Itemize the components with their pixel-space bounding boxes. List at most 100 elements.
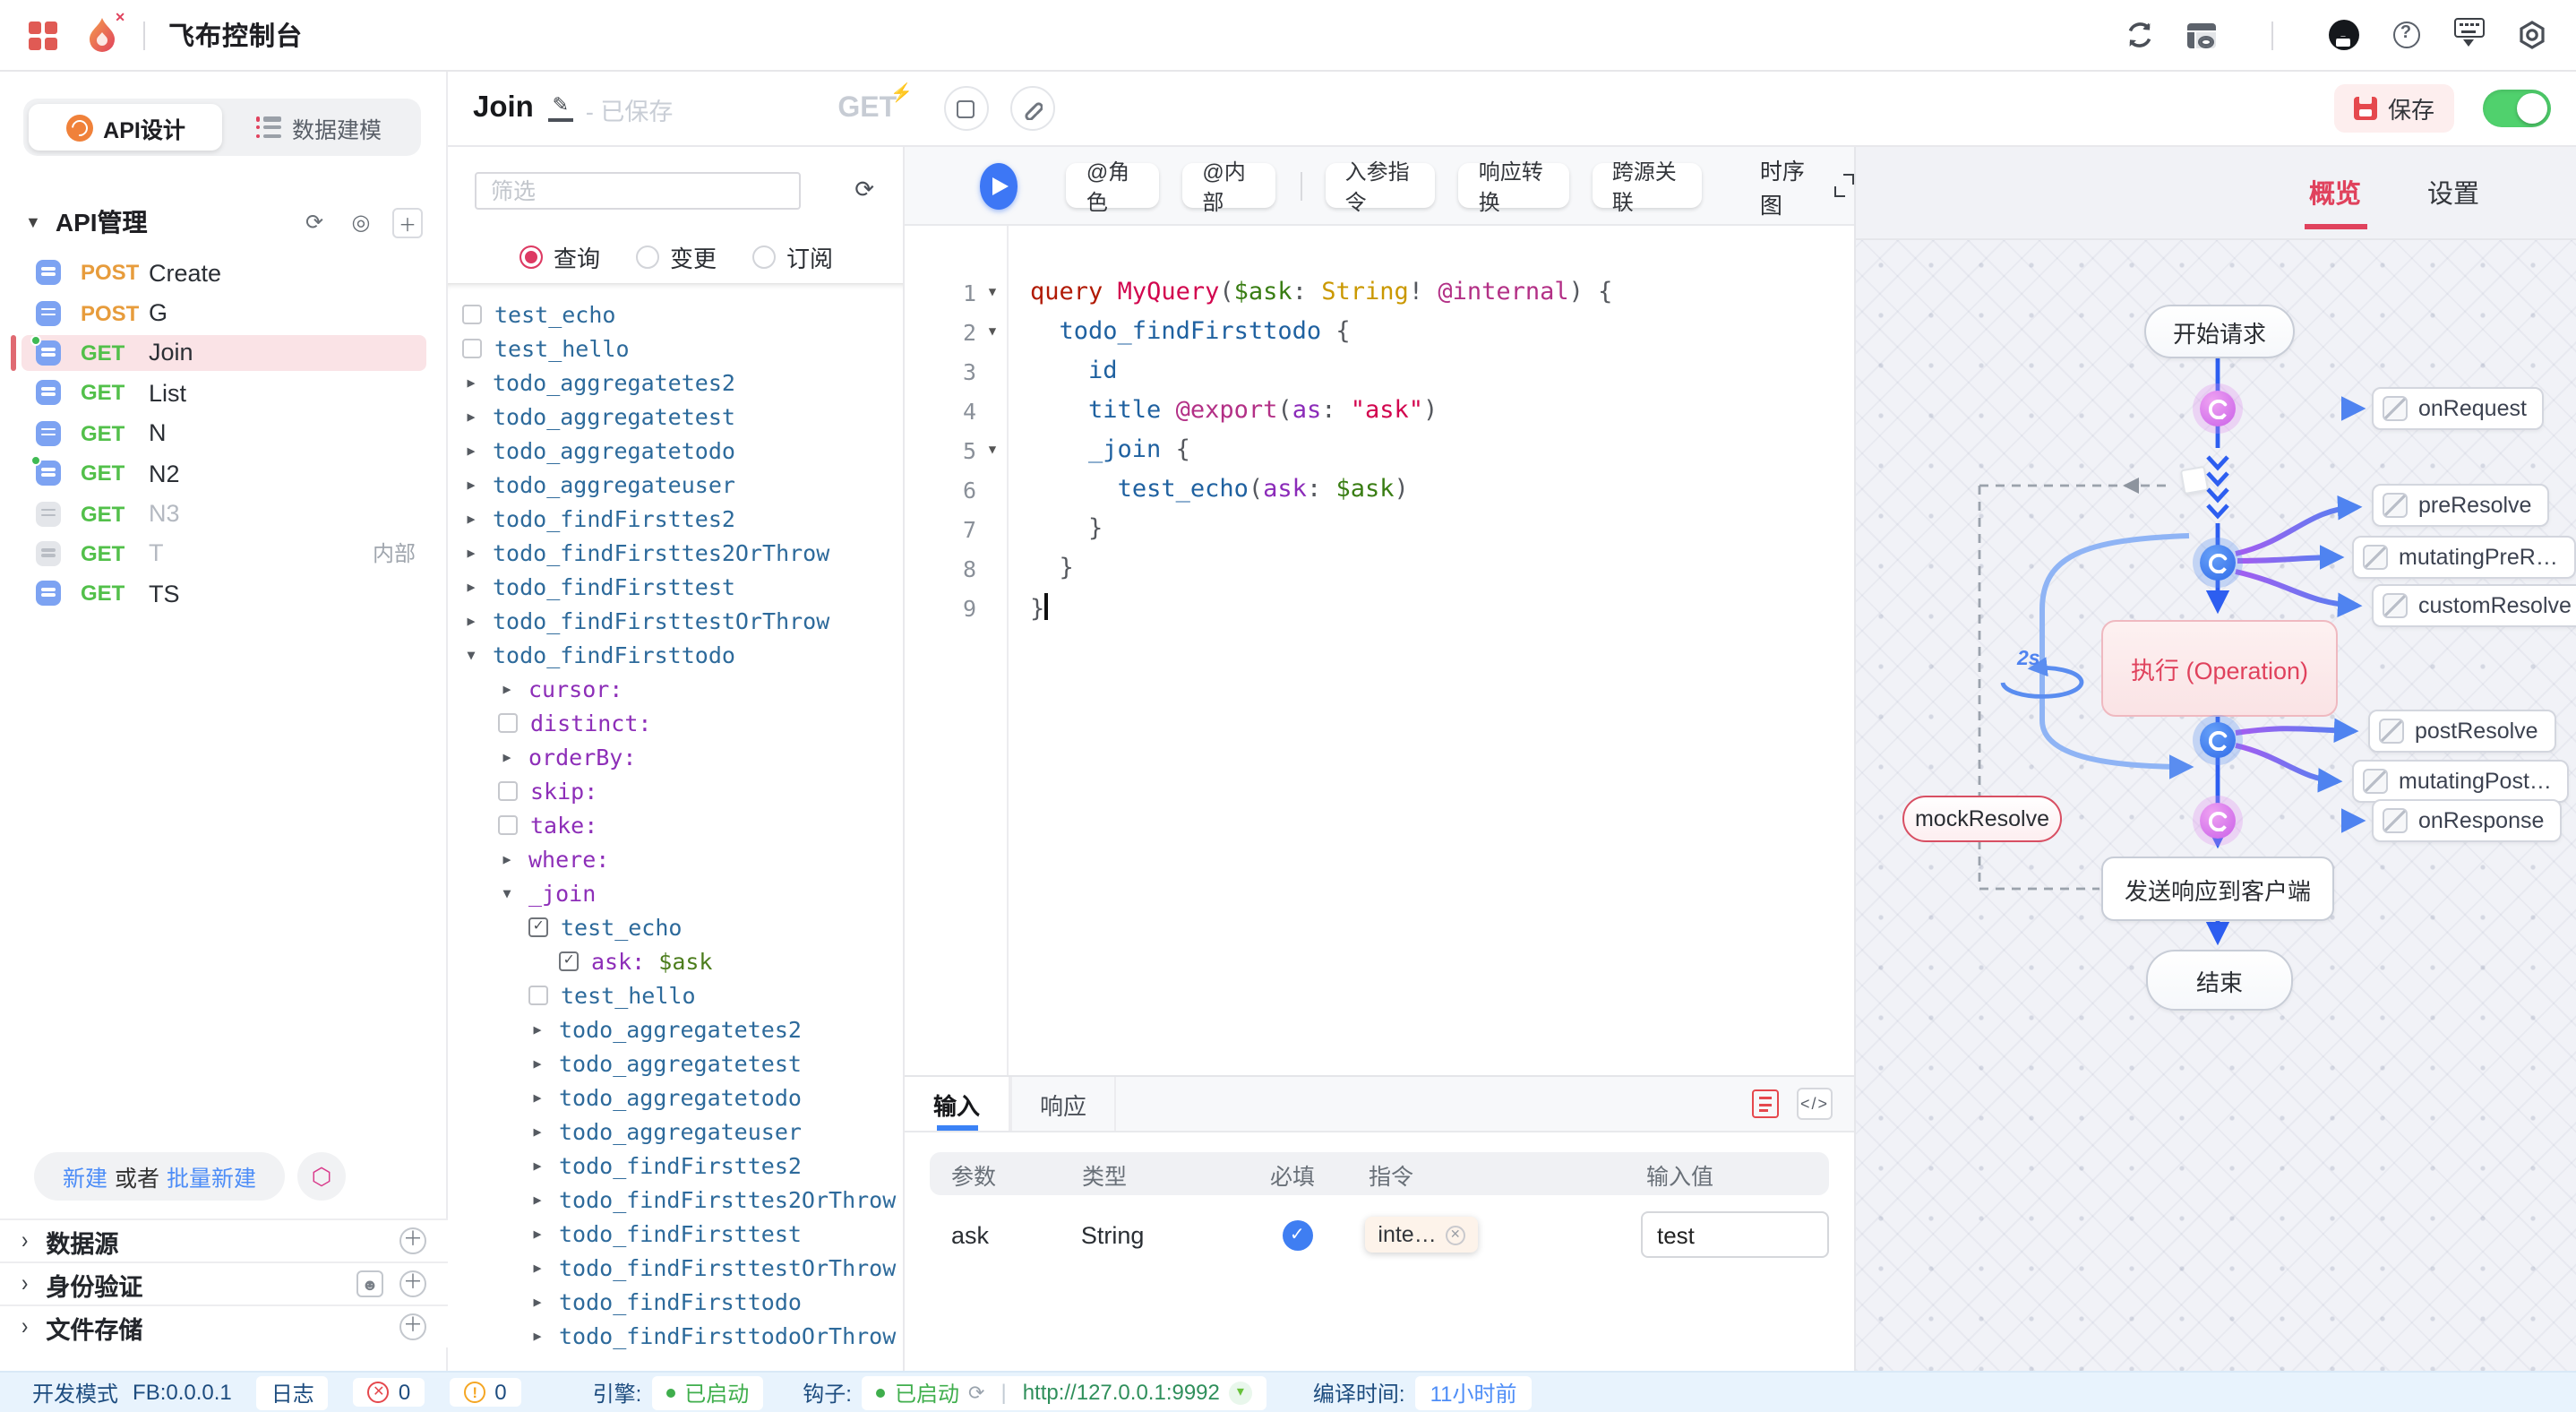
code-line[interactable]: 6 test_echo(ask: $ask) [905, 469, 1854, 509]
tree-item[interactable]: ▶todo_findFirsttodo [448, 1285, 905, 1319]
layout-panel-icon[interactable] [2185, 19, 2218, 51]
tree-item[interactable]: ▼todo_findFirsttodo [448, 638, 905, 672]
caret-right-icon[interactable]: ▶ [462, 477, 480, 493]
tree-item[interactable]: ▶todo_aggregateuser [448, 1115, 905, 1149]
code-line[interactable]: 2▼ todo_findFirsttodo { [905, 312, 1854, 351]
tree-item[interactable]: ▶orderBy: [448, 740, 905, 774]
send-response-node[interactable]: 发送响应到客户端 [2101, 857, 2334, 921]
tab-api-design[interactable]: API设计 [29, 104, 222, 151]
api-item-g[interactable]: POSTG [0, 293, 448, 333]
github-icon[interactable] [2327, 19, 2359, 51]
batch-new-link[interactable]: 批量新建 [167, 1159, 256, 1193]
filter-input[interactable] [475, 172, 801, 210]
tree-item[interactable]: distinct: [448, 706, 905, 740]
cross-source-button[interactable]: 跨源关联 [1593, 163, 1703, 208]
tree-item[interactable]: ✓ask: $ask [448, 944, 905, 978]
tree-item[interactable]: skip: [448, 774, 905, 808]
code-editor[interactable]: 1▼query MyQuery($ask: String! @internal)… [905, 226, 1854, 1075]
tab-overview[interactable]: 概览 [2309, 146, 2361, 239]
run-button[interactable] [980, 162, 1018, 209]
response-transform-button[interactable]: 响应转换 [1459, 163, 1569, 208]
role-directive-button[interactable]: @角色 [1067, 163, 1160, 208]
fireboom-logo-icon[interactable]: ✕ [84, 15, 120, 55]
tree-item[interactable]: ▶todo_findFirsttodoOrThrow [448, 1319, 905, 1353]
callout-preresolve[interactable]: preResolve [2372, 484, 2549, 527]
caret-right-icon[interactable]: ▶ [528, 1192, 546, 1208]
hook-node-postresolve[interactable] [2200, 722, 2236, 758]
hook-status-pill[interactable]: 已启动 ⟳ | http://127.0.0.1:9992 ▾ [863, 1375, 1267, 1409]
caret-right-icon[interactable]: ▶ [462, 511, 480, 527]
value-input[interactable] [1641, 1211, 1829, 1258]
api-item-n3[interactable]: GETN3 [0, 494, 448, 534]
add-storage-icon[interactable]: ＋ [399, 1313, 426, 1340]
caret-right-icon[interactable]: ▶ [528, 1055, 546, 1072]
callout-onrequest[interactable]: onRequest [2372, 387, 2545, 430]
caret-down-icon[interactable]: ▼ [498, 885, 516, 901]
caret-right-icon[interactable]: ▶ [462, 375, 480, 391]
log-button[interactable]: 日志 [257, 1375, 329, 1409]
tab-data-modeling[interactable]: 数据建模 [222, 104, 416, 151]
radio-mutation[interactable]: 变更 [636, 240, 717, 274]
tree-item[interactable]: ▶todo_findFirsttest [448, 1217, 905, 1251]
required-check-icon[interactable]: ✓ [1282, 1219, 1312, 1250]
tree-item[interactable]: ▶todo_aggregatetest [448, 1046, 905, 1081]
form-list-icon[interactable] [1752, 1089, 1779, 1118]
radio-subscription[interactable]: 订阅 [752, 240, 833, 274]
code-line[interactable]: 9} [905, 588, 1854, 627]
remove-directive-icon[interactable]: ✕ [1446, 1225, 1465, 1244]
tree-item[interactable]: ▶todo_findFirsttestOrThrow [448, 1251, 905, 1285]
caret-right-icon[interactable]: ▶ [528, 1124, 546, 1140]
hook-node-onrequest[interactable] [2200, 391, 2236, 426]
refresh-tree-icon[interactable]: ⟳ [854, 176, 874, 204]
tab-input[interactable]: 输入 [905, 1077, 1010, 1131]
add-auth-icon[interactable]: ＋ [399, 1270, 426, 1297]
copy-button[interactable] [943, 86, 988, 131]
caret-right-icon[interactable]: ▶ [528, 1328, 546, 1344]
edit-icon[interactable]: ✎ [548, 95, 573, 122]
link-button[interactable] [1009, 86, 1054, 131]
code-line[interactable]: 5▼ _join { [905, 430, 1854, 469]
caret-right-icon[interactable]: ▶ [528, 1226, 546, 1242]
tree-item[interactable]: test_hello [448, 331, 905, 366]
expand-icon[interactable] [1835, 174, 1854, 197]
checkbox-icon[interactable] [498, 815, 518, 835]
help-icon[interactable]: ? [2390, 19, 2422, 51]
app-grid-icon[interactable] [29, 22, 56, 48]
operation-node[interactable]: 执行 (Operation) [2101, 620, 2338, 717]
section-auth[interactable]: › 身份验证 ☻ ＋ [0, 1261, 448, 1304]
server-url[interactable]: http://127.0.0.1:9992 [1023, 1380, 1220, 1405]
tree-item[interactable]: ▶where: [448, 842, 905, 876]
end-node[interactable]: 结束 [2146, 950, 2293, 1011]
api-item-t[interactable]: GETT内部 [0, 533, 448, 573]
mockresolve-node[interactable]: mockResolve [1902, 796, 2062, 842]
hook-node-preresolve[interactable] [2200, 545, 2236, 581]
tab-settings[interactable]: 设置 [2427, 146, 2479, 239]
checkbox-checked-icon[interactable]: ✓ [528, 917, 548, 937]
tree-item[interactable]: ✓test_echo [448, 910, 905, 944]
tree-item[interactable]: ▶todo_aggregatetes2 [448, 366, 905, 400]
tree-item[interactable]: ▶todo_findFirsttest [448, 570, 905, 604]
checkbox-checked-icon[interactable]: ✓ [559, 951, 579, 971]
radio-query[interactable]: 查询 [519, 240, 600, 274]
checkbox-icon[interactable] [528, 986, 548, 1005]
keyboard-shortcuts-icon[interactable] [2452, 19, 2485, 51]
tree-item[interactable]: take: [448, 808, 905, 842]
error-counter[interactable]: ✕0 [354, 1378, 425, 1407]
refresh-icon[interactable]: ⟳ [299, 207, 330, 237]
internal-directive-button[interactable]: @内部 [1182, 163, 1275, 208]
sequence-diagram-label[interactable]: 时序图 [1760, 151, 1816, 220]
sync-icon[interactable] [2123, 19, 2155, 51]
code-line[interactable]: 8 } [905, 548, 1854, 588]
callout-mutatingpostresolve[interactable]: mutatingPost… [2352, 760, 2570, 803]
code-line[interactable]: 4 title @export(as: "ask") [905, 391, 1854, 430]
callout-onresponse[interactable]: onResponse [2372, 799, 2562, 842]
api-item-ts[interactable]: GETTS [0, 573, 448, 614]
tree-item[interactable]: ▶todo_aggregatetes2 [448, 1012, 905, 1046]
save-button[interactable]: 保存 [2334, 84, 2454, 133]
tree-item[interactable]: ▶cursor: [448, 672, 905, 706]
caret-right-icon[interactable]: ▶ [528, 1294, 546, 1310]
tree-item[interactable]: ▶todo_findFirsttes2 [448, 1149, 905, 1183]
caret-right-icon[interactable]: ▶ [528, 1260, 546, 1276]
checkbox-icon[interactable] [498, 713, 518, 733]
start-node[interactable]: 开始请求 [2144, 305, 2295, 358]
